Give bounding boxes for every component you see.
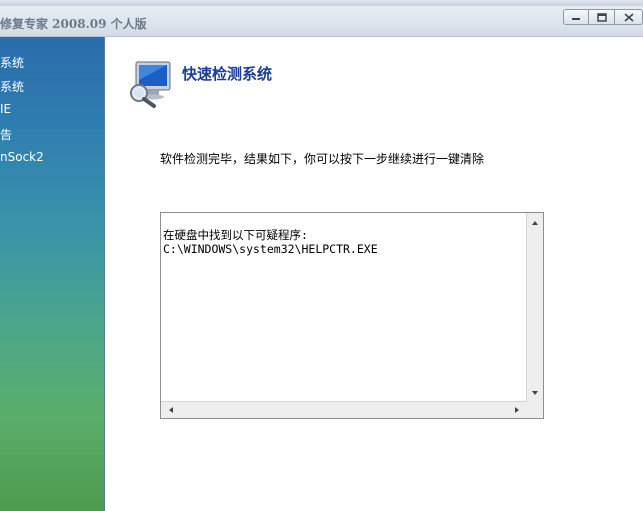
sidebar-item-report[interactable]: 告 xyxy=(0,126,12,143)
window-controls xyxy=(563,9,643,25)
vertical-scrollbar[interactable] xyxy=(526,213,543,403)
sidebar-item-ie[interactable]: IE xyxy=(0,102,11,116)
window-title: 修复专家 2008.09 个人版 xyxy=(0,17,147,31)
maximize-icon xyxy=(596,12,607,22)
sidebar-item-system-check[interactable]: 系统 xyxy=(0,78,24,95)
scroll-right-icon[interactable] xyxy=(509,402,525,418)
minimize-button[interactable] xyxy=(563,9,589,25)
title-bar[interactable]: 修复专家 2008.09 个人版 xyxy=(0,6,643,37)
minimize-icon xyxy=(572,18,580,20)
maximize-button[interactable] xyxy=(589,9,615,25)
result-line: C:\WINDOWS\system32\HELPCTR.EXE xyxy=(163,242,378,256)
result-line: 在硬盘中找到以下可疑程序: xyxy=(163,228,308,242)
page-heading: 快速检测系统 xyxy=(182,65,273,83)
sidebar-item-system-repair[interactable]: 系统 xyxy=(0,54,24,71)
scroll-down-icon[interactable] xyxy=(527,385,543,401)
scroll-up-icon[interactable] xyxy=(527,215,543,231)
horizontal-scrollbar[interactable] xyxy=(161,401,527,418)
scrollbar-corner xyxy=(527,402,543,418)
sidebar-item-winsock2[interactable]: nSock2 xyxy=(0,150,44,164)
scroll-left-icon[interactable] xyxy=(163,402,179,418)
results-text: 在硬盘中找到以下可疑程序: C:\WINDOWS\system32\HELPCT… xyxy=(163,228,523,256)
monitor-magnifier-icon xyxy=(130,61,171,108)
close-button[interactable] xyxy=(615,9,643,25)
results-textbox[interactable]: 在硬盘中找到以下可疑程序: C:\WINDOWS\system32\HELPCT… xyxy=(160,212,544,419)
sidebar: 系统 系统 IE 告 nSock2 xyxy=(0,37,105,511)
close-icon xyxy=(623,12,634,22)
status-message: 软件检测完毕，结果如下，你可以按下一步继续进行一键清除 xyxy=(160,152,485,166)
